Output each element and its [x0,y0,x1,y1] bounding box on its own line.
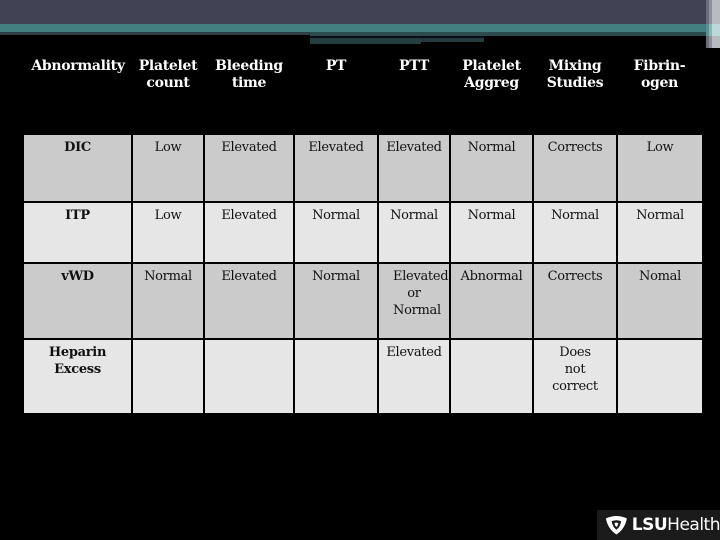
table-row-itp: ITP Low Elevated Normal Normal Normal No… [24,201,702,263]
cell-fibrinogen [616,338,702,413]
cell-pt [293,338,378,413]
col-header-ptt: PTT [378,58,450,75]
table-row-heparin-excess: Heparin Excess Elevated Does not correct [24,338,702,413]
logo-text-bold: LSU [631,515,668,535]
col-header-platelet-count: Platelet count [132,58,204,92]
cell-bleeding-time: Elevated [203,135,294,202]
cell-platelet-count [131,338,204,413]
cell-pt: Normal [293,262,378,339]
title-band [0,0,720,24]
cell-ptt: Normal [377,201,450,263]
accent-band-right-tail [421,38,484,42]
cell-mixing-studies: Does not correct [532,338,617,413]
row-label: vWD [24,262,132,339]
col-header-line: Bleeding [215,58,283,74]
col-header-line: Aggreg [464,75,519,91]
col-header-line: Platelet [462,58,521,74]
col-header-pt: PT [294,58,378,75]
cell-mixing-studies: Corrects [532,262,617,339]
cell-pt: Normal [293,201,378,263]
col-header-line: count [146,75,190,91]
cell-platelet-aggreg: Abnormal [449,262,533,339]
cell-fibrinogen: Nomal [616,262,702,339]
lsu-health-logo: LSUHealth [597,510,720,540]
table-row-vwd: vWD Normal Elevated Normal Elevated or N… [24,262,702,339]
row-label: ITP [24,201,132,263]
cell-bleeding-time [203,338,294,413]
col-header-line: Fibrin- [633,58,686,74]
row-label: Heparin Excess [24,338,132,413]
accent-band [0,24,720,32]
cell-platelet-aggreg [449,338,533,413]
cell-bleeding-time: Elevated [203,262,294,339]
col-header-line: Studies [546,75,604,91]
table-row-dic: DIC Low Elevated Elevated Elevated Norma… [24,135,702,202]
cell-platelet-count: Normal [131,262,204,339]
col-header-line: Platelet [138,58,198,74]
logo-wordmark: LSUHealth [632,515,720,535]
cell-platelet-aggreg: Normal [449,201,533,263]
row-label: DIC [24,135,132,202]
cell-platelet-count: Low [131,135,204,202]
col-header-line: Mixing [548,58,602,74]
col-header-abnormality: Abnormality [24,58,132,75]
accent-band-shadow [0,32,310,35]
cell-pt: Elevated [293,135,378,202]
coagulation-table: DIC Low Elevated Elevated Elevated Norma… [24,135,702,413]
cell-fibrinogen: Normal [616,201,702,263]
col-header-line: PT [325,58,347,74]
accent-band-right-lower [310,38,421,44]
lsu-shield-icon [605,515,627,535]
cell-ptt: Elevated [377,338,450,413]
col-header-mixing-studies: Mixing Studies [533,58,617,92]
cell-platelet-count: Low [131,201,204,263]
col-header-line: Abnormality [31,58,125,74]
cell-bleeding-time: Elevated [203,201,294,263]
cell-mixing-studies: Normal [532,201,617,263]
col-header-line: ogen [640,75,678,91]
col-header-line: time [231,75,267,91]
cell-ptt: Elevated or Normal [377,262,450,339]
cell-platelet-aggreg: Normal [449,135,533,202]
logo-text-rest: Health [667,515,720,535]
col-header-platelet-aggreg: Platelet Aggreg [450,58,533,92]
cell-fibrinogen: Low [616,135,702,202]
col-header-line: PTT [399,58,429,74]
col-header-bleeding-time: Bleeding time [204,58,294,92]
col-header-fibrinogen: Fibrin- ogen [617,58,702,92]
cell-ptt: Elevated [377,135,450,202]
edge-strip-teal [706,24,720,36]
cell-mixing-studies: Corrects [532,135,617,202]
